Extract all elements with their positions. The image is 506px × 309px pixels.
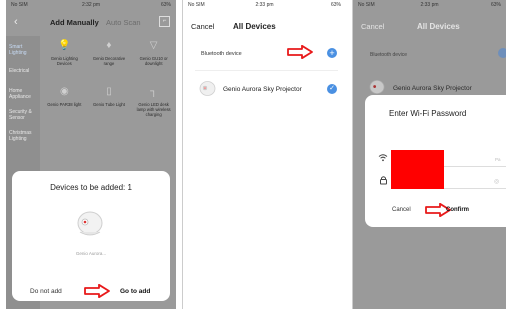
device-tile[interactable]: ┐ Genio LED desk lamp with wireless char… (131, 84, 176, 126)
dialog-title: Enter Wi-Fi Password (389, 109, 467, 118)
projector-icon (77, 211, 103, 236)
devices-to-add-sheet: Devices to be added: 1 Genio Aurora... D… (12, 171, 170, 301)
section-header: Bluetooth device (201, 51, 242, 57)
confirm-button[interactable]: Confirm (446, 207, 469, 213)
desk-lamp-icon: ┐ (150, 86, 158, 97)
tube-light-icon: ▯ (106, 86, 112, 97)
device-tile[interactable]: ◉ Genio PAR38 light (42, 84, 87, 126)
page-title: All Devices (417, 22, 460, 31)
device-row-label[interactable]: Genio Aurora Sky Projector (223, 86, 302, 93)
device-row-label: Genio Aurora Sky Projector (393, 85, 472, 92)
page-title: All Devices (233, 22, 276, 31)
sidebar-item-electrical[interactable]: Electrical (6, 68, 40, 74)
device-tile-label: Genio GU10 or downlight (139, 56, 168, 66)
plus-circle-icon (498, 48, 506, 58)
sidebar-item-home-appliance[interactable]: Home Appliance (6, 88, 40, 100)
clock-label: 2:33 pm (420, 2, 439, 8)
wifi-icon (378, 154, 388, 162)
device-tile-label: Genio Decorative range (92, 56, 126, 66)
divider (195, 70, 338, 71)
red-arrow-icon (287, 45, 313, 59)
device-tile-label: Genio Lighting Devices (50, 56, 78, 66)
section-header: Bluetooth device (370, 52, 407, 58)
wifi-password-dialog: Enter Wi-Fi Password Pa ◎ Cancel Confirm (365, 95, 506, 227)
lock-icon (380, 176, 387, 185)
projector-icon (199, 81, 216, 96)
top-nav: ‹ Add Manually Auto Scan ⌐ (6, 12, 176, 34)
wifi-password-screen: No SIM 2:33 pm 63% Cancel All Devices Bl… (352, 0, 506, 309)
ssid-field[interactable]: Pa (495, 157, 501, 162)
chevron-left-icon[interactable]: ‹ (14, 16, 18, 28)
all-devices-screen: No SIM 2:33 pm 63% Cancel All Devices Bl… (182, 0, 346, 309)
status-bar: No SIM 2:33 pm 63% (353, 0, 506, 10)
device-tile-label: Genio LED desk lamp with wireless chargi… (136, 102, 171, 117)
sheet-title: Devices to be added: 1 (50, 183, 132, 192)
device-tile[interactable]: ▯ Genio Tube Light (87, 84, 132, 126)
add-device-screen: No SIM 2:32 pm 63% ‹ Add Manually Auto S… (6, 0, 176, 309)
eye-icon[interactable]: ◎ (494, 178, 499, 185)
device-tile-label: Genio PAR38 light (47, 102, 82, 107)
bulb-icon: 💡 (58, 40, 71, 51)
device-tile[interactable]: ♦ Genio Decorative range (87, 38, 132, 80)
clock-label: 2:33 pm (255, 2, 274, 8)
scan-frame-icon[interactable]: ⌐ (159, 16, 170, 27)
par-light-icon: ◉ (59, 86, 69, 97)
status-bar: No SIM 2:32 pm 63% (6, 0, 176, 10)
check-circle-icon[interactable]: ✓ (327, 84, 337, 94)
sidebar-item-smart-lighting[interactable]: Smart Lighting (6, 44, 40, 56)
sidebar-item-security-sensor[interactable]: Security & Sensor (6, 109, 40, 121)
cancel-button[interactable]: Cancel (191, 22, 214, 31)
dialog-cancel-button[interactable]: Cancel (392, 207, 411, 213)
tab-add-manually[interactable]: Add Manually (50, 18, 99, 27)
downlight-icon: ▽ (149, 40, 158, 51)
plus-circle-icon[interactable]: + (327, 48, 337, 58)
tab-auto-scan[interactable]: Auto Scan (106, 18, 141, 27)
device-label: Genio Aurora... (75, 251, 107, 256)
device-tile-label: Genio Tube Light (93, 102, 125, 107)
sidebar-item-christmas-lighting[interactable]: Christmas Lighting (6, 130, 40, 142)
projector-icon (369, 80, 385, 94)
device-grid: 💡 Genio Lighting Devices ♦ Genio Decorat… (42, 38, 176, 126)
cancel-button[interactable]: Cancel (361, 22, 384, 31)
device-tile[interactable]: 💡 Genio Lighting Devices (42, 38, 87, 80)
decor-bulb-icon: ♦ (106, 40, 112, 51)
go-to-add-button[interactable]: Go to add (120, 288, 150, 295)
do-not-add-button[interactable]: Do not add (30, 288, 62, 295)
status-bar: No SIM 2:33 pm 63% (183, 0, 346, 10)
red-arrow-icon (84, 284, 110, 298)
device-tile[interactable]: ▽ Genio GU10 or downlight (131, 38, 176, 80)
redacted-credentials (391, 150, 444, 189)
clock-label: 2:32 pm (81, 2, 101, 8)
